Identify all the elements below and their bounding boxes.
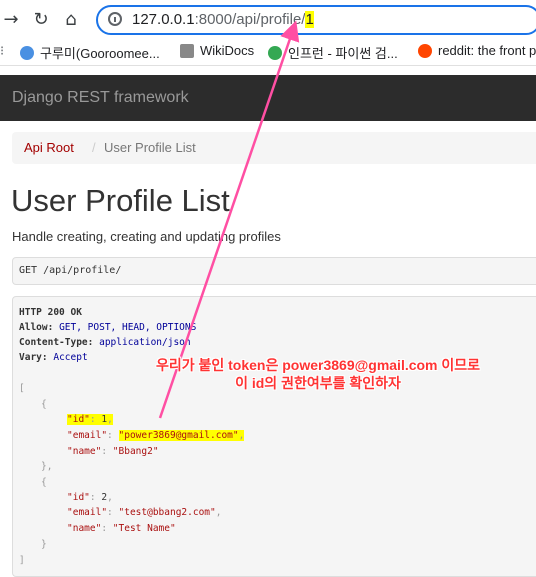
json-close-bracket: ] xyxy=(19,555,25,566)
bookmarks-bar: ⁝ 구루미(Gooroomee... WikiDocs 인프런 - 파이썬 검.… xyxy=(0,38,536,66)
bookmark-reddit[interactable]: reddit: the front p xyxy=(418,43,536,58)
apps-icon[interactable]: ⁝ xyxy=(0,43,4,59)
item-2-name: "name": "Test Name" xyxy=(67,523,176,534)
json-close-brace-2: } xyxy=(41,539,47,550)
breadcrumb-api-root[interactable]: Api Root xyxy=(24,140,74,155)
bookmark-wikidocs[interactable]: WikiDocs xyxy=(180,43,254,58)
item-2-id: "id": 2, xyxy=(67,492,113,503)
item-1-id: "id": 1, xyxy=(67,414,113,425)
header-content-type: Content-Type: application/json xyxy=(19,337,191,348)
inflearn-icon xyxy=(268,45,282,60)
json-close-brace-1: }, xyxy=(41,461,53,472)
page-title: User Profile List xyxy=(11,183,230,218)
annotation-line-2: 이 id의 권한여부를 확인하자 xyxy=(235,375,401,391)
address-bar[interactable]: 127.0.0.1:8000/api/profile/1 xyxy=(96,5,536,35)
home-icon[interactable]: ⌂ xyxy=(60,8,82,30)
breadcrumb: Api Root / User Profile List xyxy=(12,132,536,164)
page-description: Handle creating, creating and updating p… xyxy=(12,229,281,244)
reddit-icon xyxy=(418,43,432,58)
annotation-text: 우리가 붙인 token은 power3869@gmail.com 이므로 이 … xyxy=(98,356,536,392)
gooroomee-icon xyxy=(20,45,34,60)
breadcrumb-current: User Profile List xyxy=(104,140,196,155)
bookmark-inflearn[interactable]: 인프런 - 파이썬 검... xyxy=(268,43,398,62)
json-open-brace-1: { xyxy=(41,399,47,410)
drf-navbar: Django REST framework xyxy=(0,75,536,121)
url-text[interactable]: 127.0.0.1:8000/api/profile/1 xyxy=(132,11,314,28)
request-info: GET /api/profile/ xyxy=(12,257,536,285)
site-info-icon[interactable] xyxy=(108,12,122,26)
forward-icon[interactable]: → xyxy=(0,8,22,30)
item-1-name: "name": "Bbang2" xyxy=(67,446,159,457)
browser-toolbar: → ↻ ⌂ 127.0.0.1:8000/api/profile/1 xyxy=(0,0,536,38)
breadcrumb-separator: / xyxy=(92,140,96,155)
bookmark-gooroomee[interactable]: 구루미(Gooroomee... xyxy=(20,43,160,62)
item-2-email: "email": "test@bbang2.com", xyxy=(67,507,222,518)
header-allow: Allow: GET, POST, HEAD, OPTIONS xyxy=(19,322,197,333)
request-line: GET /api/profile/ xyxy=(19,265,122,276)
item-1-email: "email": "power3869@gmail.com", xyxy=(67,430,245,441)
annotation-line-1: 우리가 붙인 token은 power3869@gmail.com 이므로 xyxy=(155,357,481,373)
wikidocs-icon xyxy=(180,43,194,58)
reload-icon[interactable]: ↻ xyxy=(30,8,52,30)
response-status: HTTP 200 OK xyxy=(19,307,82,318)
response-info: HTTP 200 OK Allow: GET, POST, HEAD, OPTI… xyxy=(12,296,536,577)
header-vary: Vary: Accept xyxy=(19,352,88,363)
brand-link[interactable]: Django REST framework xyxy=(12,89,189,107)
json-open-bracket: [ xyxy=(19,383,25,394)
json-open-brace-2: { xyxy=(41,477,47,488)
